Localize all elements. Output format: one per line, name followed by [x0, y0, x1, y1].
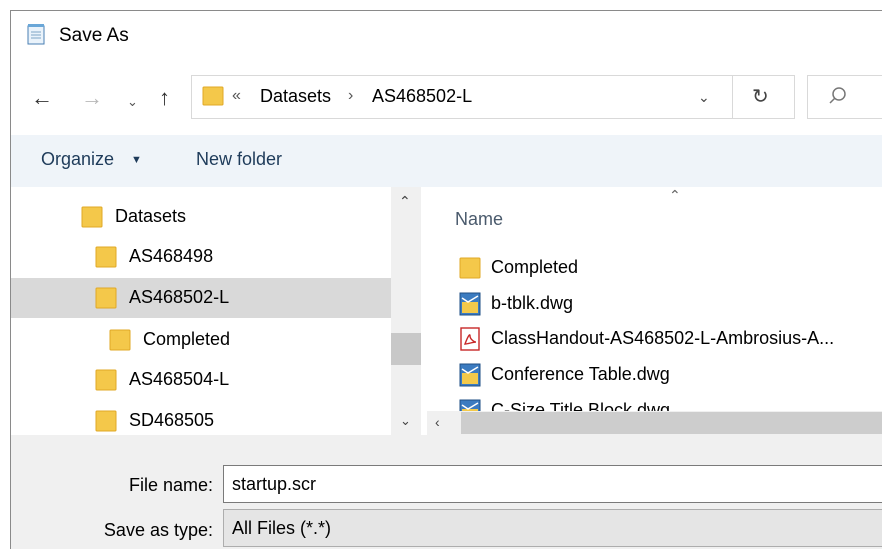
scroll-thumb[interactable] [461, 412, 882, 434]
file-name: ClassHandout-AS468502-L-Ambrosius-A... [491, 328, 835, 348]
address-overflow-button[interactable]: « [232, 87, 241, 105]
folder-icon [95, 410, 117, 432]
address-divider [732, 76, 733, 118]
scroll-thumb[interactable] [391, 333, 421, 365]
tree-item-as468504-l[interactable]: AS468504-L [11, 360, 391, 400]
dwg-file-icon [459, 363, 481, 387]
file-name: Completed [491, 257, 579, 277]
file-name-input[interactable] [223, 465, 882, 503]
navigation-pane: Datasets AS468498 AS468502-L Completed A… [11, 187, 421, 435]
address-bar[interactable]: « Datasets › AS468502-L ⌄ ↻ [191, 75, 795, 119]
tree-item-label: AS468498 [129, 246, 214, 266]
organize-button[interactable]: Organize [41, 149, 114, 170]
search-box[interactable] [807, 75, 882, 119]
folder-icon [95, 287, 117, 309]
breadcrumb-datasets[interactable]: Datasets [260, 86, 331, 107]
file-row-conference-table[interactable]: Conference Table.dwg [427, 358, 882, 392]
file-name: Conference Table.dwg [491, 364, 670, 384]
save-as-type-label: Save as type: [103, 520, 213, 540]
new-folder-button[interactable]: New folder [196, 149, 282, 170]
file-name-label: File name: [128, 475, 213, 495]
save-as-dialog: Save As ← → ⌄ ↑ « Datasets › AS468502-L … [10, 10, 882, 549]
breadcrumb-current-folder[interactable]: AS468502-L [372, 86, 472, 107]
scroll-down-button[interactable]: ⌄ [400, 413, 411, 429]
dwg-file-icon [459, 292, 481, 316]
sort-indicator-icon: ⌃ [669, 187, 681, 203]
search-icon [829, 87, 846, 104]
dwg-file-icon [459, 399, 481, 411]
folder-icon [81, 206, 103, 228]
folder-icon [95, 246, 117, 268]
window-title: Save As [59, 25, 129, 46]
tree-item-label: AS468502-L [129, 287, 230, 307]
forward-button[interactable]: → [81, 85, 103, 111]
recent-locations-button[interactable]: ⌄ [127, 89, 138, 115]
navigation-bar: ← → ⌄ ↑ « Datasets › AS468502-L ⌄ ↻ [11, 69, 882, 129]
tree-item-label: SD468505 [129, 410, 215, 430]
folder-icon [202, 86, 224, 106]
tree-item-completed[interactable]: Completed [11, 320, 391, 360]
file-row-completed[interactable]: Completed [427, 251, 882, 285]
organize-dropdown-icon[interactable]: ▼ [131, 154, 142, 166]
column-header-name[interactable]: Name [455, 209, 503, 230]
save-as-type-value: All Files (*.*) [232, 518, 332, 538]
up-button[interactable]: ↑ [159, 85, 170, 111]
tree-item-label: AS468504-L [129, 369, 230, 389]
save-options: File name: Save as type: All Files (*.*) [11, 435, 882, 549]
address-dropdown-button[interactable]: ⌄ [698, 89, 710, 106]
refresh-button[interactable]: ↻ [752, 84, 769, 109]
file-list: ⌃ Name Completed b-tblk.dwg ClassHandout… [427, 187, 882, 411]
file-row-b-tblk[interactable]: b-tblk.dwg [427, 287, 882, 321]
tree-item-as468502-l[interactable]: AS468502-L [11, 278, 391, 318]
folder-icon [95, 369, 117, 391]
file-name: C-Size Title Block.dwg [491, 400, 671, 411]
tree-item-sd468505[interactable]: SD468505 [11, 401, 391, 435]
pdf-file-icon [460, 327, 480, 351]
tree-item-datasets[interactable]: Datasets [11, 197, 391, 237]
tree-scrollbar[interactable]: ⌃ ⌄ [391, 187, 421, 435]
tree-item-label: Completed [143, 329, 231, 349]
breadcrumb-separator[interactable]: › [348, 87, 353, 105]
file-name: b-tblk.dwg [491, 293, 574, 313]
tree-item-as468498[interactable]: AS468498 [11, 237, 391, 277]
file-row-classhandout[interactable]: ClassHandout-AS468502-L-Ambrosius-A... [427, 322, 882, 356]
folder-icon [109, 329, 131, 351]
scroll-up-button[interactable]: ⌃ [399, 193, 411, 210]
title-bar: Save As [11, 11, 882, 59]
file-row-c-size-title-block[interactable]: C-Size Title Block.dwg [427, 394, 882, 411]
tree-item-label: Datasets [115, 206, 187, 226]
file-list-horizontal-scrollbar[interactable]: ‹ [427, 411, 882, 435]
notepad-icon [27, 24, 45, 45]
back-button[interactable]: ← [31, 85, 53, 111]
folder-icon [459, 257, 481, 279]
save-as-type-select[interactable]: All Files (*.*) [223, 509, 882, 547]
scroll-left-button[interactable]: ‹ [435, 414, 440, 430]
command-toolbar: Organize ▼ New folder [11, 135, 882, 187]
